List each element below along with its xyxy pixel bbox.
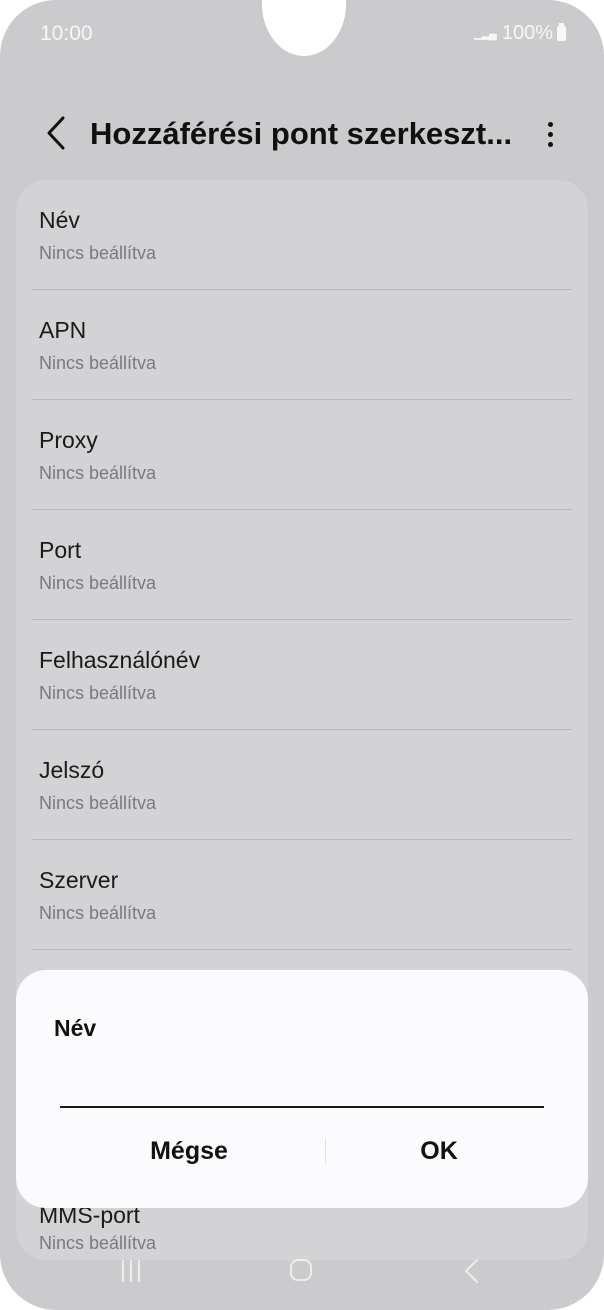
list-item-value: Nincs beállítva [39, 683, 157, 703]
back-icon[interactable] [462, 1258, 482, 1284]
recents-icon[interactable] [122, 1260, 146, 1282]
ok-button[interactable]: OK [296, 1128, 582, 1174]
page-title: Hozzáférési pont szerkeszt... [90, 116, 513, 151]
dialog-buttons: Mégse OK [16, 1128, 588, 1174]
camera-notch [262, 0, 346, 56]
list-item-value: Nincs beállítva [39, 463, 157, 483]
list-item-title: Szerver [39, 867, 119, 893]
edit-name-dialog: Név Mégse OK [16, 970, 588, 1208]
list-item-title: APN [39, 317, 87, 343]
divider [32, 949, 572, 950]
cancel-button[interactable]: Mégse [46, 1128, 332, 1174]
list-item-server[interactable]: Szerver Nincs beállítva [16, 840, 588, 950]
list-item-proxy[interactable]: Proxy Nincs beállítva [16, 400, 588, 510]
list-item-nev[interactable]: Név Nincs beállítva [16, 180, 588, 290]
list-item-title: Port [39, 537, 82, 563]
home-icon[interactable] [290, 1259, 312, 1281]
battery-percent: 100% [501, 22, 553, 44]
name-input[interactable] [60, 1064, 544, 1108]
list-item-value: Nincs beállítva [39, 903, 157, 923]
list-item-value: Nincs beállítva [39, 353, 157, 373]
list-item-value: Nincs beállítva [39, 793, 157, 813]
chevron-left-icon[interactable] [36, 110, 76, 156]
list-item-title: Felhasználónév [39, 647, 201, 673]
list-item-value: Nincs beállítva [39, 243, 157, 263]
list-item-value: Nincs beállítva [39, 573, 157, 593]
list-item-title: Név [39, 207, 80, 233]
app-header: Hozzáférési pont szerkeszt... [0, 108, 604, 158]
list-item-port[interactable]: Port Nincs beállítva [16, 510, 588, 620]
dialog-title: Név [54, 1015, 97, 1041]
navigation-bar [0, 1234, 604, 1310]
list-item-username[interactable]: Felhasználónév Nincs beállítva [16, 620, 588, 730]
status-time: 10:00 [40, 22, 93, 45]
signal-icon: ▁▂▄ [474, 28, 497, 40]
list-item-apn[interactable]: APN Nincs beállítva [16, 290, 588, 400]
battery-icon [557, 23, 566, 41]
phone-screen: 10:00 ▁▂▄ 100% Hozzáférési pont szerkesz… [0, 0, 604, 1310]
list-item-title: Jelszó [39, 757, 105, 783]
more-vertical-icon[interactable] [538, 114, 562, 154]
list-item-title: Proxy [39, 427, 98, 453]
status-indicators: ▁▂▄ 100% [474, 22, 566, 45]
list-item-password[interactable]: Jelszó Nincs beállítva [16, 730, 588, 840]
